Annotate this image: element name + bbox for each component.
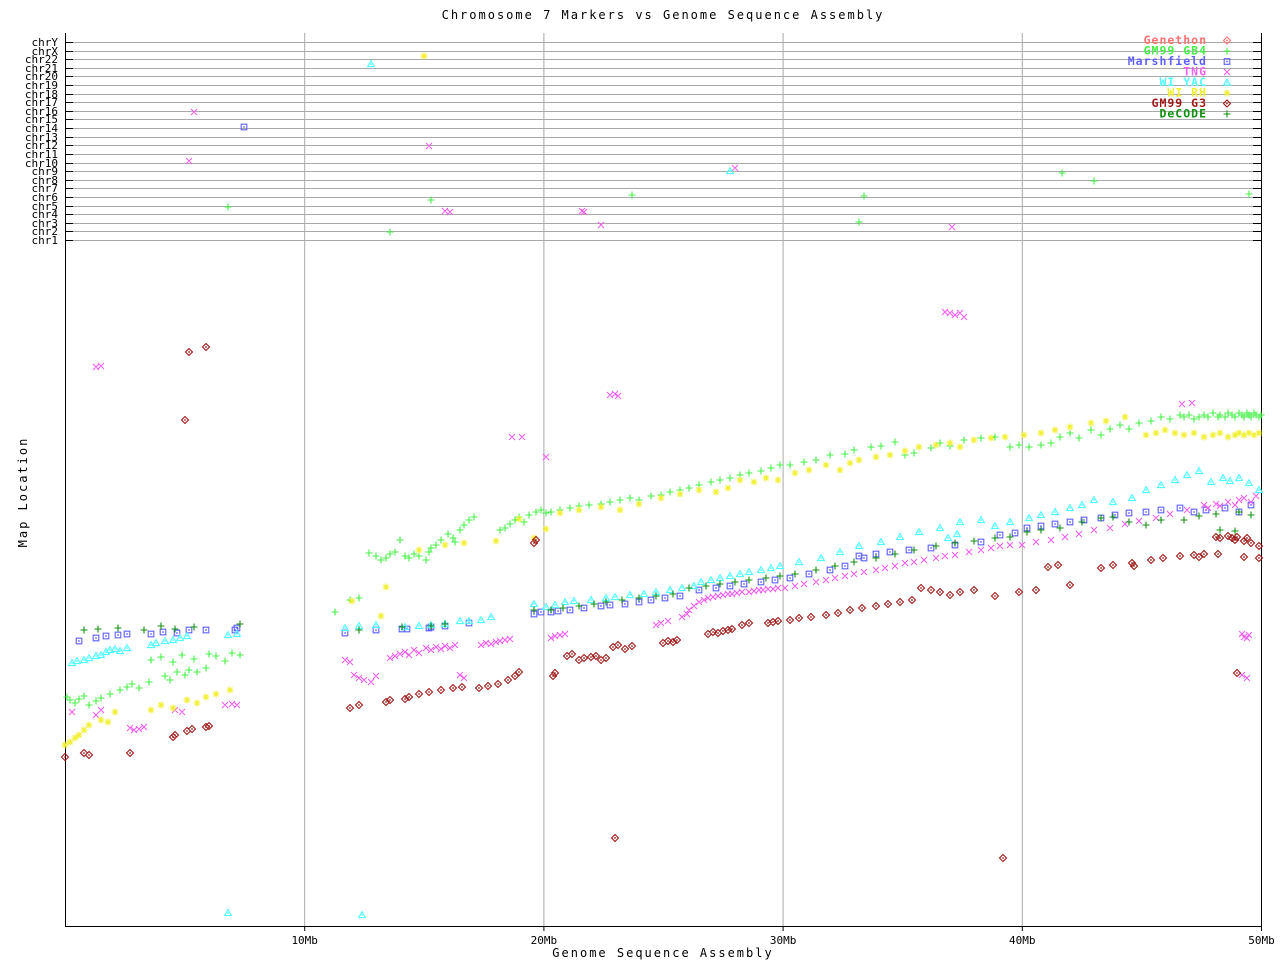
data-points [67, 59, 1264, 919]
legend-marker [1223, 68, 1231, 76]
plot-border [65, 33, 1262, 927]
data-point-dots [78, 126, 1252, 642]
chart-title: Chromosome 7 Markers vs Genome Sequence … [441, 8, 885, 22]
legend-label: DeCODE [1159, 107, 1207, 121]
data-points [61, 52, 1263, 749]
legend-marker-dot [1226, 102, 1228, 105]
legend-marker-dot [1226, 81, 1228, 84]
x-gridlines [304, 33, 1023, 926]
series-marshfield [75, 123, 1255, 645]
data-point-dots [64, 346, 1260, 859]
legend-marker [1223, 47, 1231, 55]
y-axis-label: Map Location [16, 436, 30, 548]
legend-marker-dot [1226, 60, 1228, 63]
series-gm99-g3 [60, 342, 1264, 863]
legend-marker [1223, 89, 1231, 97]
data-points [80, 508, 1255, 634]
legend-item-marshfield: Marshfield [1128, 54, 1231, 68]
data-points [60, 342, 1264, 863]
x-axis-label: Genome Sequence Assembly [552, 946, 774, 960]
series-gm99-gb4 [63, 169, 1265, 709]
legend-item-decode: DeCODE [1159, 107, 1231, 121]
series-wi-yac [67, 59, 1264, 919]
series-tng [68, 108, 1260, 734]
chr-label: chr1 [32, 234, 59, 247]
chart-page: Chromosome 7 Markers vs Genome Sequence … [0, 0, 1280, 960]
data-points [68, 108, 1260, 734]
scatter-plot: chrYchrXchr22chr21chr20chr19chr18chr17ch… [25, 33, 1275, 947]
data-points [75, 123, 1255, 645]
x-axis-ticks: 10Mb 20Mb 30Mb 40Mb 50Mb [291, 926, 1275, 947]
series-decode [80, 508, 1255, 634]
chromosome-lines: chrYchrXchr22chr21chr20chr19chr18chr17ch… [25, 36, 1261, 247]
data-point-dots [71, 63, 1260, 916]
data-points [63, 169, 1265, 709]
legend-marker-dot [1226, 39, 1228, 42]
series-wi-rh [61, 52, 1263, 749]
